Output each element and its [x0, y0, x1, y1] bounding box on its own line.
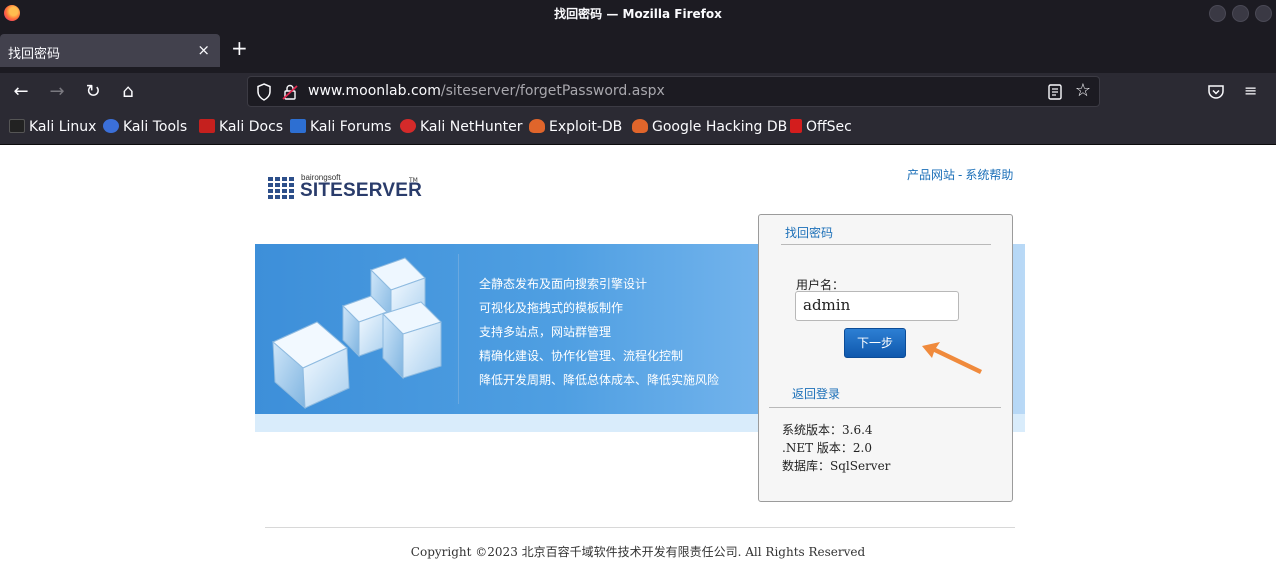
offsec-icon: [790, 119, 802, 133]
panel-divider: [781, 244, 991, 245]
feature-item: 降低开发周期、降低总体成本、降低实施风险: [479, 373, 720, 387]
username-input[interactable]: admin: [795, 291, 959, 321]
page-content: bairongsoft SITESERVER TM 产品网站 - 系统帮助 全静…: [0, 145, 1276, 581]
banner-divider: [458, 254, 459, 404]
tab-strip: 找回密码 × +: [0, 27, 1276, 73]
tab-forget-password[interactable]: 找回密码 ×: [0, 34, 220, 67]
window-title: 找回密码 — Mozilla Firefox: [554, 7, 722, 21]
bookmark-offsec[interactable]: OffSec: [790, 119, 852, 137]
copyright-text: Copyright ©2023 北京百容千域软件技术开发有限责任公司. All …: [410, 545, 866, 559]
feature-list: 全静态发布及面向搜索引擎设计 可视化及拖拽式的模板制作 支持多站点，网站群管理 …: [479, 272, 719, 392]
feature-item: 可视化及拖拽式的模板制作: [479, 301, 624, 315]
cubes-illustration: [272, 257, 442, 410]
bookmark-label: Kali Docs: [219, 119, 284, 135]
database-info: 数据库：SqlServer: [782, 459, 891, 473]
pocket-icon[interactable]: [1207, 83, 1225, 101]
bookmark-kali-tools[interactable]: Kali Tools: [103, 119, 187, 137]
bookmark-label: Exploit-DB: [549, 119, 623, 135]
bookmark-kali-forums[interactable]: Kali Forums: [290, 119, 391, 137]
bookmark-label: Kali Forums: [310, 119, 392, 135]
reload-button[interactable]: ↻: [81, 80, 105, 104]
bookmark-google-hacking-db[interactable]: Google Hacking DB: [632, 119, 787, 137]
minimize-button[interactable]: [1209, 5, 1226, 22]
back-button[interactable]: ←: [9, 80, 33, 104]
next-step-button[interactable]: 下一步: [844, 328, 906, 358]
tab-title: 找回密码: [8, 47, 61, 62]
bookmark-label: Google Hacking DB: [652, 119, 788, 135]
feature-item: 精确化建设、协作化管理、流程化控制: [479, 349, 684, 363]
bookmark-kali-docs[interactable]: Kali Docs: [199, 119, 283, 137]
system-version: 系统版本：3.6.4: [782, 423, 873, 437]
back-to-login-link[interactable]: 返回登录: [792, 385, 840, 402]
bookmark-label: Kali NetHunter: [420, 119, 523, 135]
ghdb-icon: [632, 119, 648, 133]
net-version: .NET 版本：2.0: [782, 441, 872, 455]
kali-tools-icon: [103, 119, 119, 133]
bookmark-star-icon[interactable]: ☆: [1075, 80, 1091, 101]
home-button[interactable]: ⌂: [116, 80, 140, 104]
navigation-toolbar: ← → ↻ ⌂ www.moonlab.com/siteserver/forge…: [0, 73, 1276, 111]
bookmark-exploit-db[interactable]: Exploit-DB: [529, 119, 622, 137]
tracking-shield-icon[interactable]: [256, 83, 272, 101]
app-menu-icon[interactable]: ≡: [1244, 81, 1257, 100]
window-titlebar: 找回密码 — Mozilla Firefox: [0, 0, 1276, 27]
logo-trademark: TM: [409, 177, 418, 184]
feature-item: 支持多站点，网站群管理: [479, 325, 612, 339]
url-bar[interactable]: www.moonlab.com/siteserver/forgetPasswor…: [247, 76, 1100, 107]
logo-grid-icon: [268, 177, 296, 199]
url-path: /siteserver/forgetPassword.aspx: [440, 83, 665, 99]
footer-divider: [265, 527, 1015, 528]
maximize-button[interactable]: [1232, 5, 1249, 22]
bookmark-label: Kali Linux: [29, 119, 97, 135]
siteserver-logo: bairongsoft SITESERVER TM: [268, 173, 428, 205]
system-help-link[interactable]: 系统帮助: [965, 168, 1013, 182]
insecure-lock-icon[interactable]: [282, 83, 298, 101]
panel-title: 找回密码: [785, 226, 834, 240]
annotation-arrow-icon: [922, 342, 982, 374]
tab-close-icon[interactable]: ×: [197, 41, 210, 59]
bookmark-label: OffSec: [806, 119, 852, 135]
exploit-db-icon: [529, 119, 545, 133]
bookmark-kali-nethunter[interactable]: Kali NetHunter: [400, 119, 522, 137]
kali-forums-icon: [290, 119, 306, 133]
panel-divider: [769, 407, 1001, 408]
top-links: 产品网站 - 系统帮助: [907, 166, 1013, 183]
bookmarks-toolbar: Kali Linux Kali Tools Kali Docs Kali For…: [0, 111, 1276, 145]
link-separator: -: [958, 168, 963, 182]
reader-view-icon[interactable]: [1047, 83, 1063, 101]
url-host: www.moonlab.com: [308, 83, 441, 99]
feature-item: 全静态发布及面向搜索引擎设计: [479, 277, 648, 291]
kali-dragon-icon: [9, 119, 25, 133]
bookmark-label: Kali Tools: [123, 119, 188, 135]
forward-button[interactable]: →: [45, 80, 69, 104]
url-text[interactable]: www.moonlab.com/siteserver/forgetPasswor…: [308, 83, 665, 99]
new-tab-button[interactable]: +: [231, 38, 248, 58]
kali-docs-icon: [199, 119, 215, 133]
product-site-link[interactable]: 产品网站: [907, 168, 955, 182]
close-window-button[interactable]: [1255, 5, 1272, 22]
logo-brand: SITESERVER: [300, 180, 423, 201]
bookmark-kali-linux[interactable]: Kali Linux: [9, 119, 96, 137]
nethunter-icon: [400, 119, 416, 133]
